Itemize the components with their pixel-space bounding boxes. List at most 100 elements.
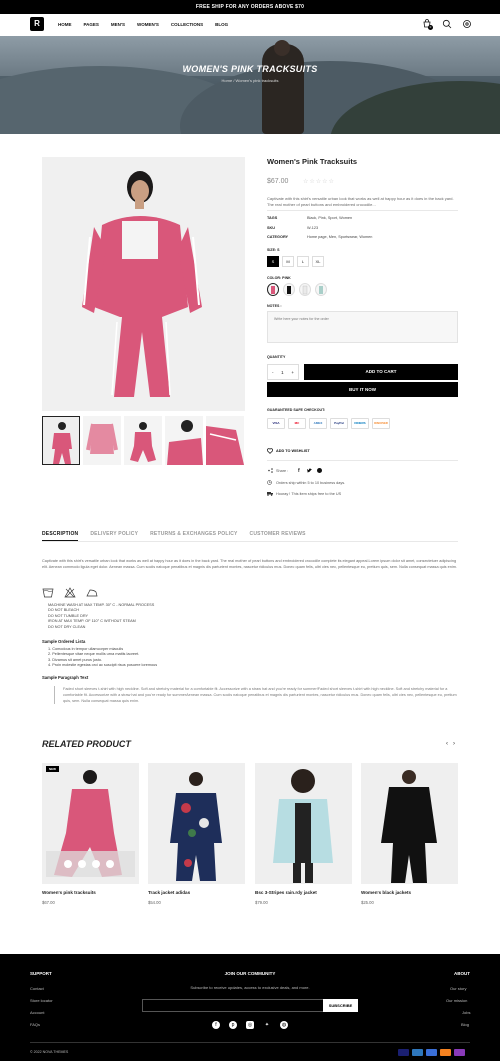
thumbnail-5[interactable] — [206, 416, 244, 465]
facebook-icon[interactable]: f — [212, 1021, 220, 1029]
related-name-4[interactable]: Women's black jackets — [361, 890, 411, 895]
related-card-1[interactable] — [42, 763, 139, 884]
footer-link-jobs[interactable]: Jobs — [462, 1010, 470, 1015]
nav-home[interactable]: HOME — [58, 22, 72, 27]
category-label: CATEGORY — [267, 235, 289, 239]
related-card-4[interactable] — [361, 763, 458, 884]
heart-icon[interactable] — [267, 448, 273, 454]
footer-link-store-locator[interactable]: Store locator — [30, 998, 53, 1003]
subscribe-button[interactable]: SUBSCRIBE — [323, 999, 358, 1012]
related-name-2[interactable]: Track jacket adidas — [148, 890, 190, 895]
tab-returns-policy[interactable]: RETURNS & EXCHANGES POLICY — [150, 531, 237, 541]
color-swatch-pink[interactable] — [267, 283, 279, 296]
thumbnail-2[interactable] — [83, 416, 121, 465]
announcement-bar: FREE SHIP FOR ANY ORDERS ABOVE $70 — [0, 0, 500, 14]
amex-icon: AMEX — [309, 418, 327, 429]
quantity-stepper[interactable]: - 1 + — [267, 364, 299, 380]
search-icon[interactable] — [442, 19, 452, 29]
footer-link-our-mission[interactable]: Our mission — [446, 998, 467, 1003]
related-price-3: $79.00 — [255, 900, 268, 905]
tags-label: TAGS — [267, 216, 278, 220]
order-notes-input[interactable]: Write here your notes for the order — [267, 311, 458, 343]
wash-icon — [42, 587, 54, 598]
discover-icon: DISCOVER — [372, 418, 390, 429]
related-card-2[interactable] — [148, 763, 245, 884]
instagram-icon[interactable]: ◎ — [246, 1021, 254, 1029]
footer-divider — [30, 1042, 470, 1043]
color-swatch-white[interactable] — [299, 283, 311, 296]
color-swatch-black[interactable] — [283, 283, 295, 296]
paypal-icon: PayPal — [330, 418, 348, 429]
diners-icon: DINERS — [351, 418, 369, 429]
short-description: Captivate with this shirt's versatile ur… — [267, 196, 454, 207]
share-icon — [268, 468, 273, 473]
nav-pages[interactable]: PAGES — [84, 22, 99, 27]
tab-delivery-policy[interactable]: DELIVERY POLICY — [90, 531, 138, 541]
footer-link-faqs[interactable]: FAQs — [30, 1022, 40, 1027]
breadcrumb[interactable]: Home / Women's pink tracksuits — [0, 78, 500, 83]
ordered-list-title: Sample Ordered Lista — [42, 639, 86, 644]
buy-now-button[interactable]: BUY IT NOW — [267, 382, 458, 397]
ordered-list: 1. Comodous in tempor ullamcorper miacul… — [48, 647, 157, 669]
nav-womens[interactable]: WOMEN'S — [137, 22, 159, 27]
related-price-2: $54.00 — [148, 900, 161, 905]
community-text: Subscribe to receive updates, access to … — [190, 985, 310, 990]
add-to-wishlist-link[interactable]: ADD TO WISHLIST — [276, 449, 310, 453]
care-list: MACHINE WASH AT MAX TEMP. 30° C - NORMAL… — [48, 603, 154, 630]
subscribe-email-input[interactable] — [142, 999, 325, 1012]
main-product-image[interactable] — [42, 157, 245, 411]
size-option-xl[interactable]: XL — [312, 256, 324, 267]
footer-link-blog[interactable]: Blog — [461, 1022, 469, 1027]
tab-description[interactable]: DESCRIPTION — [42, 531, 79, 541]
footer-link-our-story[interactable]: Our story — [450, 986, 466, 991]
add-to-cart-button[interactable]: ADD TO CART — [304, 364, 458, 380]
color-label: COLOR: PINK — [267, 276, 291, 280]
tab-customer-reviews[interactable]: CUSTOMER REVIEWS — [250, 531, 306, 541]
description-text: Captivate with this shirt's versatile ur… — [42, 559, 457, 569]
thumbnail-3[interactable] — [124, 416, 162, 465]
rating-stars[interactable]: ☆☆☆☆☆ — [303, 178, 335, 185]
nav-mens[interactable]: MEN'S — [111, 22, 125, 27]
footer-link-account[interactable]: Account — [30, 1010, 44, 1015]
dribbble-icon[interactable]: ◍ — [280, 1021, 288, 1029]
next-arrow-icon[interactable]: › — [453, 741, 455, 747]
related-name-3[interactable]: Bsc 3-Stripes rain.rdy jacket — [255, 890, 317, 895]
main-nav: HOME PAGES MEN'S WOMEN'S COLLECTIONS BLO… — [58, 22, 228, 27]
tags-value[interactable]: Black, Pink, Sport, Women — [307, 216, 352, 220]
page-title: WOMEN'S PINK TRACKSUITS — [182, 64, 318, 74]
mastercard-icon — [454, 1049, 465, 1056]
pinterest-icon[interactable]: p — [229, 1021, 237, 1029]
prev-arrow-icon[interactable]: ‹ — [446, 741, 448, 747]
shipping-info: Orders ship within 5 to 10 business days… — [276, 481, 346, 485]
amex-icon — [412, 1049, 423, 1056]
category-value[interactable]: Home page, Men, Sportswear, Women — [307, 235, 372, 239]
nav-blog[interactable]: BLOG — [215, 22, 228, 27]
qty-decrease-button[interactable]: - — [272, 370, 274, 375]
clock-icon — [267, 480, 272, 485]
logo[interactable]: R — [30, 17, 44, 31]
product-title: Women's Pink Tracksuits — [267, 157, 358, 166]
truck-icon — [267, 491, 273, 496]
twitter-icon[interactable]: ✦ — [263, 1021, 271, 1029]
nav-collections[interactable]: COLLECTIONS — [171, 22, 203, 27]
related-name-1[interactable]: Women's pink tracksuits — [42, 890, 96, 895]
related-price-4: $25.00 — [361, 900, 374, 905]
thumbnail-4[interactable] — [165, 416, 203, 465]
qty-increase-button[interactable]: + — [291, 370, 294, 375]
size-option-l[interactable]: L — [297, 256, 309, 267]
facebook-icon[interactable]: f — [298, 468, 300, 474]
iron-icon — [86, 587, 98, 598]
cart-count-badge: 0 — [428, 25, 433, 30]
size-option-s[interactable]: S — [267, 256, 279, 267]
visa-icon — [398, 1049, 409, 1056]
qty-value[interactable]: 1 — [281, 370, 284, 375]
color-swatch-mint[interactable] — [315, 283, 327, 296]
twitter-icon[interactable] — [307, 468, 312, 473]
size-option-m[interactable]: M — [282, 256, 294, 267]
settings-icon[interactable] — [462, 19, 472, 29]
related-card-3[interactable] — [255, 763, 352, 884]
new-badge: NEW — [46, 766, 59, 772]
thumbnail-1[interactable] — [42, 416, 80, 465]
pinterest-icon[interactable] — [317, 468, 322, 473]
product-price: $67.00 — [267, 178, 289, 185]
